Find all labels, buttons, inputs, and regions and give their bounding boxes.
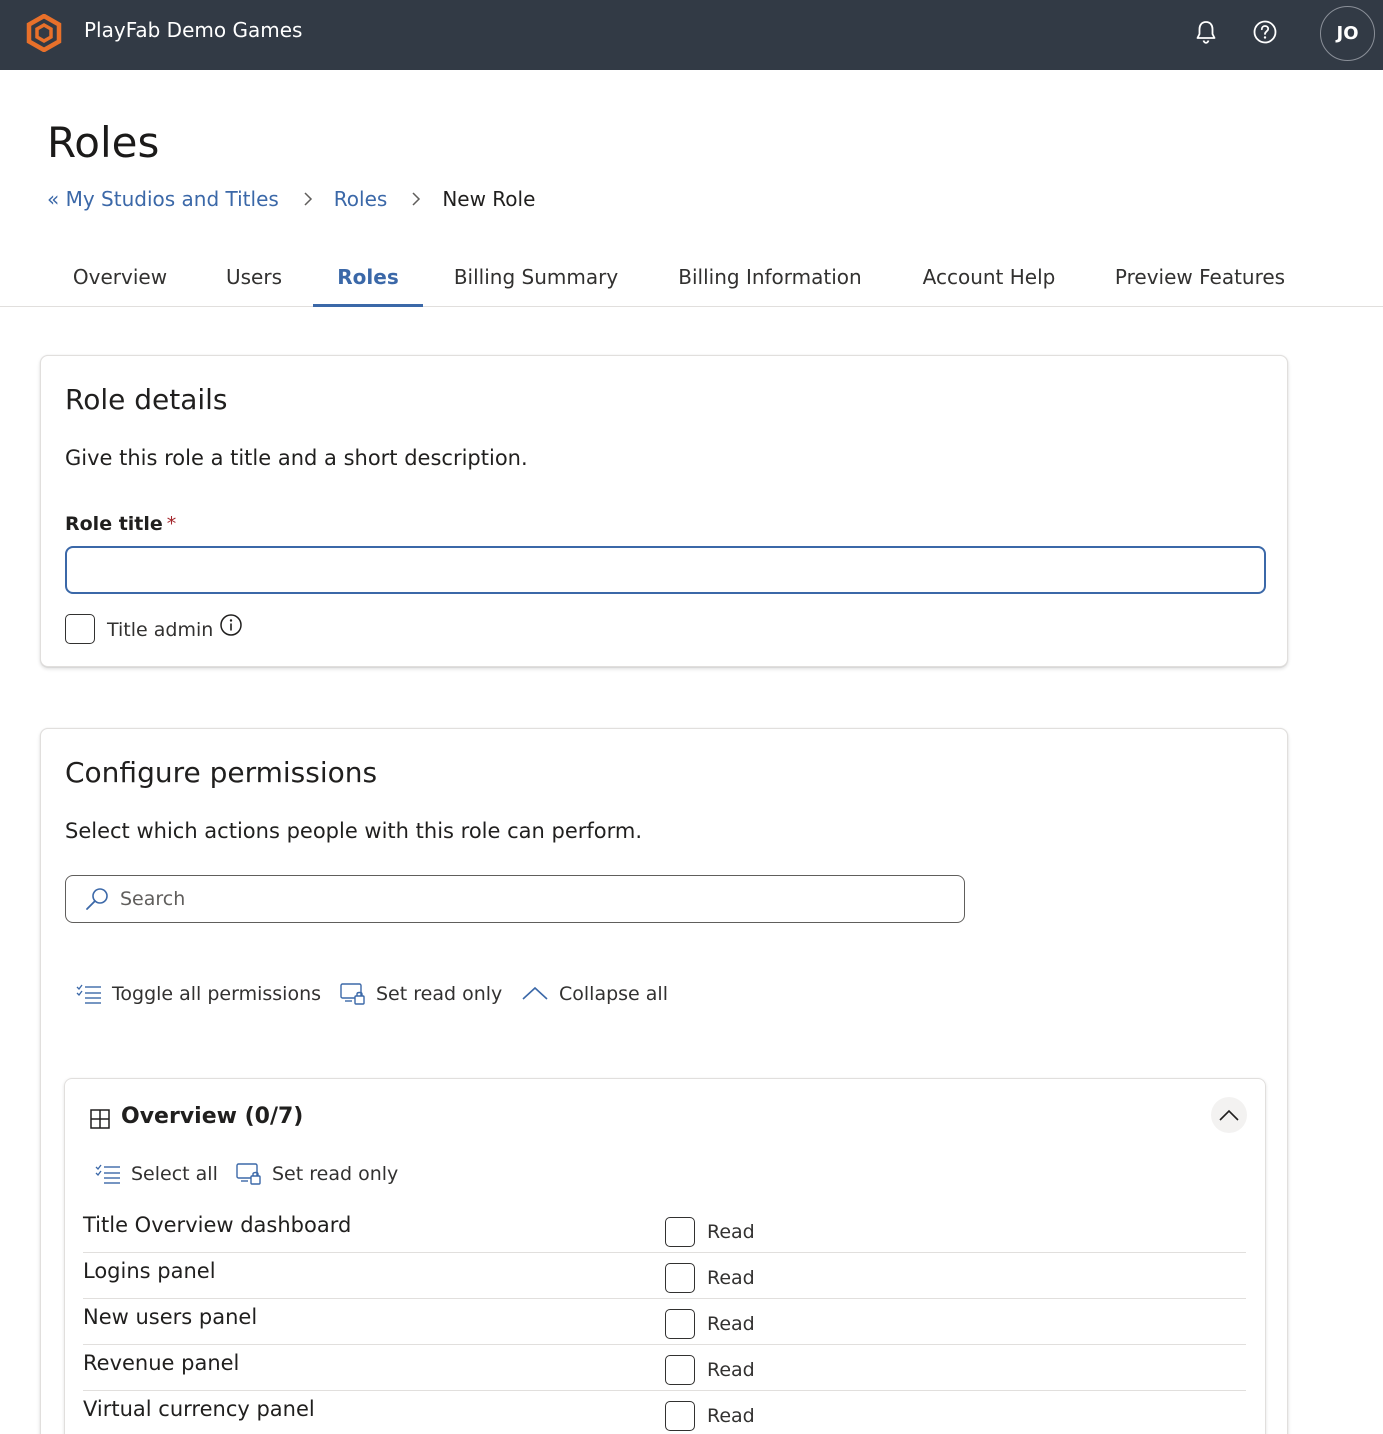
- role-title-label: Role title *: [65, 513, 176, 535]
- read-checkbox[interactable]: [665, 1217, 695, 1247]
- permission-name: New users panel: [83, 1305, 258, 1329]
- checklist-icon: [76, 984, 101, 1004]
- tab-billing-summary[interactable]: Billing Summary: [440, 248, 632, 306]
- configure-permissions-description: Select which actions people with this ro…: [65, 819, 643, 843]
- chevron-right-icon: [411, 191, 421, 207]
- read-label: Read: [707, 1359, 755, 1381]
- collapse-all-button[interactable]: Collapse all: [521, 979, 668, 1009]
- breadcrumb-link-roles[interactable]: Roles: [334, 187, 388, 211]
- group-set-read-only-label: Set read only: [272, 1163, 399, 1185]
- help-icon[interactable]: [1251, 18, 1279, 46]
- permission-group-title: Overview (0/7): [121, 1104, 304, 1129]
- page-title: Roles: [47, 118, 160, 167]
- read-label: Read: [707, 1221, 755, 1243]
- playfab-logo-icon[interactable]: [25, 14, 63, 52]
- breadcrumb-current: New Role: [442, 187, 536, 211]
- permission-row: Title Overview dashboard Read: [83, 1207, 1246, 1253]
- role-title-input[interactable]: [65, 546, 1266, 594]
- read-label: Read: [707, 1405, 755, 1427]
- chevron-up-icon: [522, 986, 548, 1000]
- permission-name: Revenue panel: [83, 1351, 240, 1375]
- permission-group-overview: Overview (0/7) Select all Set read only …: [64, 1078, 1266, 1434]
- collapse-group-button[interactable]: [1211, 1097, 1247, 1133]
- tab-roles[interactable]: Roles: [313, 248, 423, 307]
- role-details-heading: Role details: [65, 383, 228, 416]
- read-label: Read: [707, 1267, 755, 1289]
- checklist-icon: [95, 1164, 120, 1184]
- breadcrumb: « My Studios and Titles Roles New Role: [47, 185, 535, 213]
- app-title[interactable]: PlayFab Demo Games: [84, 18, 302, 42]
- grid-icon: [90, 1109, 110, 1129]
- group-set-read-only-button[interactable]: Set read only: [236, 1159, 398, 1189]
- chevron-right-icon: [303, 191, 313, 207]
- read-checkbox[interactable]: [665, 1355, 695, 1385]
- permission-name: Title Overview dashboard: [83, 1213, 352, 1237]
- tab-users[interactable]: Users: [210, 248, 298, 306]
- tab-bar: Overview Users Roles Billing Summary Bil…: [0, 248, 1383, 307]
- set-read-only-button[interactable]: Set read only: [340, 979, 502, 1009]
- role-details-description: Give this role a title and a short descr…: [65, 446, 528, 470]
- permission-name: Logins panel: [83, 1259, 216, 1283]
- select-all-label: Select all: [131, 1163, 218, 1185]
- breadcrumb-link-studios[interactable]: « My Studios and Titles: [47, 187, 279, 211]
- screen-lock-icon: [236, 1163, 261, 1185]
- search-box: [65, 875, 965, 923]
- tab-account-help[interactable]: Account Help: [908, 248, 1070, 306]
- permission-row: Logins panel Read: [83, 1253, 1246, 1299]
- toggle-all-permissions-button[interactable]: Toggle all permissions: [76, 979, 321, 1009]
- read-label: Read: [707, 1313, 755, 1335]
- read-checkbox[interactable]: [665, 1263, 695, 1293]
- search-input[interactable]: [120, 882, 950, 916]
- chevron-up-icon: [1219, 1109, 1239, 1121]
- info-icon[interactable]: [219, 613, 243, 637]
- collapse-all-label: Collapse all: [559, 983, 668, 1005]
- select-all-button[interactable]: Select all: [95, 1159, 218, 1189]
- read-checkbox[interactable]: [665, 1401, 695, 1431]
- tab-preview-features[interactable]: Preview Features: [1100, 248, 1300, 306]
- permission-row: Virtual currency panel Read: [83, 1391, 1246, 1434]
- bell-icon[interactable]: [1192, 18, 1220, 46]
- title-admin-checkbox[interactable]: [65, 614, 95, 644]
- search-icon: [86, 888, 108, 910]
- screen-lock-icon: [340, 983, 365, 1005]
- configure-permissions-card: Configure permissions Select which actio…: [40, 728, 1288, 1434]
- read-checkbox[interactable]: [665, 1309, 695, 1339]
- tab-overview[interactable]: Overview: [58, 248, 182, 306]
- permission-row: New users panel Read: [83, 1299, 1246, 1345]
- role-title-label-text: Role title: [65, 513, 163, 535]
- tab-billing-information[interactable]: Billing Information: [662, 248, 878, 306]
- required-mark: *: [166, 513, 177, 535]
- top-bar: PlayFab Demo Games JO: [0, 0, 1383, 70]
- toggle-all-permissions-label: Toggle all permissions: [112, 983, 322, 1005]
- permission-row: Revenue panel Read: [83, 1345, 1246, 1391]
- set-read-only-label: Set read only: [376, 983, 503, 1005]
- avatar[interactable]: JO: [1320, 6, 1375, 61]
- title-admin-label: Title admin: [107, 619, 214, 641]
- role-details-card: Role details Give this role a title and …: [40, 355, 1288, 667]
- configure-permissions-heading: Configure permissions: [65, 756, 378, 789]
- permission-name: Virtual currency panel: [83, 1397, 315, 1421]
